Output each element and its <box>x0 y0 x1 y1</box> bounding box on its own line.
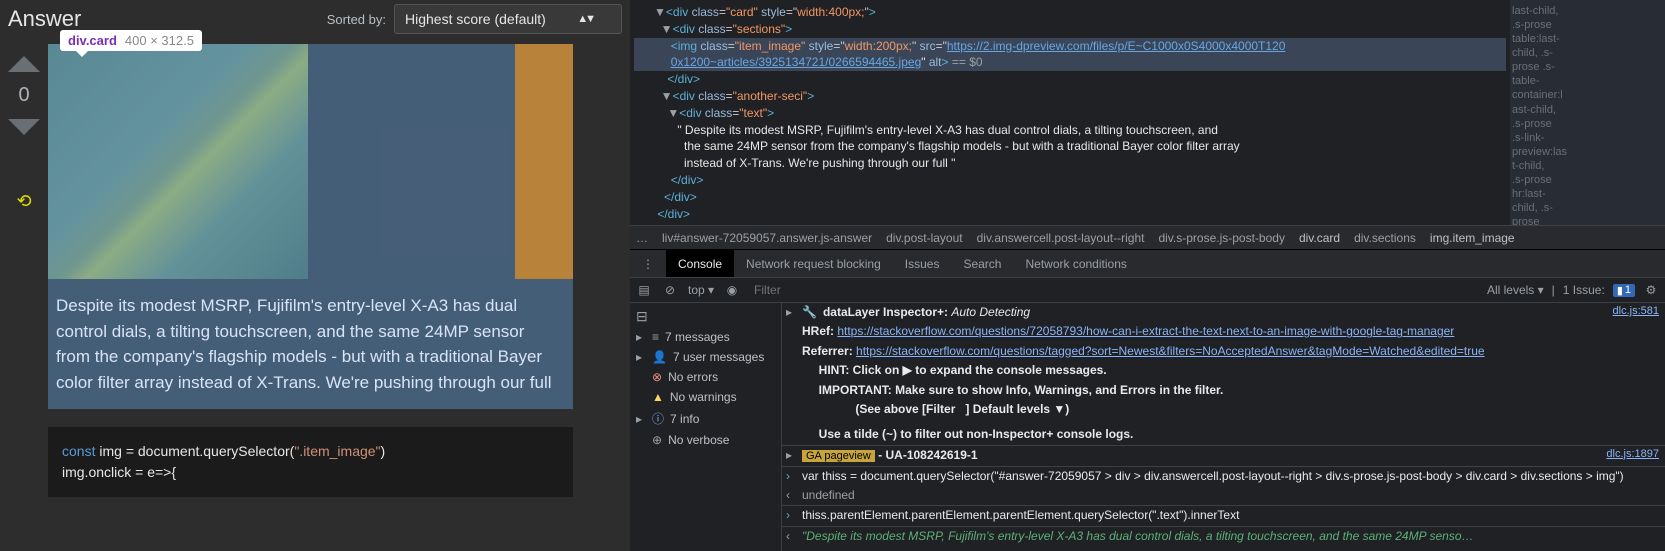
issues-badge[interactable]: ▮ 1 <box>1613 284 1635 297</box>
settings-icon[interactable]: ⚙ <box>1643 283 1659 297</box>
tab-network-request-blocking[interactable]: Network request blocking <box>734 250 893 277</box>
console-area: ⊟ ▸≡7 messages ▸👤7 user messages ⊗No err… <box>630 303 1665 551</box>
breadcrumb-item[interactable]: div.sections <box>1354 231 1416 245</box>
answer-content: Despite its modest MSRP, Fujifilm's entr… <box>48 38 622 543</box>
sidebar-info[interactable]: ▸ⓘ7 info <box>630 407 781 430</box>
downvote-button[interactable] <box>8 119 40 135</box>
answer-heading: Answer <box>8 6 327 32</box>
code-block[interactable]: const img = document.querySelector(".ite… <box>48 427 573 497</box>
answer-body: 0 ⟲ Despite its modest MSRP, Fujifilm's … <box>0 38 630 551</box>
highlight-strip <box>515 44 573 279</box>
console-result: ‹"Despite its modest MSRP, Fujifilm's en… <box>782 527 1665 546</box>
tab-issues[interactable]: Issues <box>893 250 952 277</box>
referrer-link[interactable]: https://stackoverflow.com/questions/tagg… <box>856 344 1485 358</box>
item-image[interactable] <box>48 44 308 279</box>
href-link[interactable]: https://stackoverflow.com/questions/7205… <box>837 324 1454 338</box>
sidebar-errors[interactable]: ⊗No errors <box>630 367 781 387</box>
dom-line-selected[interactable]: 0x1200~articles/3925134721/0266594465.jp… <box>634 54 1506 71</box>
breadcrumb-item[interactable]: div.card <box>1299 231 1340 245</box>
source-link[interactable]: dlc.js:1897 <box>1606 447 1659 465</box>
sidebar-warnings[interactable]: ▲No warnings <box>630 387 781 407</box>
tooltip-dimensions: 400 × 312.5 <box>125 33 194 48</box>
breadcrumb-item[interactable]: … <box>636 231 648 245</box>
breadcrumb-item[interactable]: div.s-prose.js-post-body <box>1158 231 1285 245</box>
dom-line[interactable]: ▼<div class="text"> <box>634 105 1506 122</box>
upvote-button[interactable] <box>8 56 40 72</box>
card-text: Despite its modest MSRP, Fujifilm's entr… <box>48 279 573 409</box>
console-toolbar: ▤ ⊘ top ▾ ◉ All levels ▾ | 1 Issue: ▮ 1 … <box>630 277 1665 303</box>
ga-badge: GA pageview <box>802 450 875 462</box>
breadcrumb-item-selected[interactable]: img.item_image <box>1430 231 1515 245</box>
breadcrumb-bar[interactable]: … liv#answer-72059057.answer.js-answer d… <box>630 225 1665 249</box>
dom-text[interactable]: instead of X-Trans. We're pushing throug… <box>634 155 1506 172</box>
dom-line-selected[interactable]: <img class="item_image" style="width:200… <box>634 38 1506 55</box>
sort-dropdown[interactable]: Highest score (default) ▲▼ <box>394 4 622 34</box>
sort-dropdown-value: Highest score (default) <box>405 11 546 27</box>
code-line-1: const img = document.querySelector(".ite… <box>62 441 559 462</box>
dom-line[interactable]: ▼<div class="another-seci"> <box>634 88 1506 105</box>
console-output[interactable]: ▸🔧 dataLayer Inspector+: Auto Detecting … <box>782 303 1665 551</box>
tab-network-conditions[interactable]: Network conditions <box>1013 250 1138 277</box>
console-log: HINT: Click on ▶ to expand the console m… <box>782 361 1665 380</box>
console-toolbar-right: All levels ▾ | 1 Issue: ▮ 1 ⚙ <box>1487 283 1659 297</box>
dom-line[interactable]: </div> <box>634 206 1506 223</box>
log-levels-dropdown[interactable]: All levels ▾ <box>1487 283 1544 297</box>
breadcrumb-item[interactable]: div.answercell.post-layout--right <box>977 231 1145 245</box>
console-log: (See above [Filter ] Default levels ▼) <box>782 400 1665 419</box>
gear-icon: 🔧 <box>802 304 817 321</box>
dom-line[interactable]: ▼<div class="sections"> <box>634 21 1506 38</box>
sorted-by-label: Sorted by: <box>327 12 386 27</box>
console-input[interactable]: ›thiss.parentElement.parentElement.paren… <box>782 506 1665 526</box>
drawer-tabs: ⋮ Console Network request blocking Issue… <box>630 249 1665 277</box>
console-log[interactable]: ▸🔧 dataLayer Inspector+: Auto Detecting … <box>782 303 1665 322</box>
devtools-top: ▼<div class="card" style="width:400px;">… <box>630 0 1665 225</box>
dom-line[interactable]: </div> <box>634 189 1506 206</box>
styles-minimap[interactable]: last-child, .s-prose table:last- child, … <box>1510 0 1665 225</box>
console-result: ‹undefined <box>782 486 1665 506</box>
source-link[interactable]: dlc.js:581 <box>1613 304 1659 321</box>
live-expression-icon[interactable]: ◉ <box>724 283 740 297</box>
dom-line[interactable]: </div> <box>634 172 1506 189</box>
console-log: HRef: https://stackoverflow.com/question… <box>782 322 1665 341</box>
history-icon[interactable]: ⟲ <box>16 191 31 212</box>
dom-line[interactable]: </div> <box>634 71 1506 88</box>
tab-console[interactable]: Console <box>666 250 734 277</box>
devtools-pane: ▼<div class="card" style="width:400px;">… <box>630 0 1665 551</box>
vote-score: 0 <box>18 84 29 107</box>
sidebar-verbose[interactable]: ⊕No verbose <box>630 430 781 450</box>
clear-console-icon[interactable]: ⊘ <box>662 283 678 297</box>
console-log: Referrer: https://stackoverflow.com/ques… <box>782 342 1665 361</box>
drawer-toggle[interactable]: ⋮ <box>630 250 666 277</box>
tab-search[interactable]: Search <box>951 250 1013 277</box>
tooltip-selector: div.card <box>68 33 117 48</box>
console-log: IMPORTANT: Make sure to show Info, Warni… <box>782 381 1665 400</box>
dom-text[interactable]: the same 24MP sensor from the company's … <box>634 138 1506 155</box>
context-selector[interactable]: top ▾ <box>688 283 714 297</box>
console-log: Use a tilde (~) to filter out non-Inspec… <box>782 425 1665 445</box>
dom-line[interactable]: ▼<div class="card" style="width:400px;"> <box>634 4 1506 21</box>
console-input[interactable]: ›var thiss = document.querySelector("#an… <box>782 467 1665 486</box>
issues-label: 1 Issue: <box>1563 283 1605 297</box>
card[interactable]: Despite its modest MSRP, Fujifilm's entr… <box>48 44 573 409</box>
sidebar-messages[interactable]: ▸≡7 messages <box>630 327 781 347</box>
dom-text[interactable]: " Despite its modest MSRP, Fujifilm's en… <box>634 122 1506 139</box>
console-log[interactable]: ▸GA pageview - UA-108242619-1dlc.js:1897 <box>782 446 1665 467</box>
breadcrumb-item[interactable]: liv#answer-72059057.answer.js-answer <box>662 231 872 245</box>
vote-column: 0 ⟲ <box>0 38 48 543</box>
console-sidebar[interactable]: ⊟ ▸≡7 messages ▸👤7 user messages ⊗No err… <box>630 303 782 551</box>
breadcrumb-item[interactable]: div.post-layout <box>886 231 962 245</box>
inspector-tooltip: div.card 400 × 312.5 <box>60 30 202 51</box>
code-line-2: img.onclick = e=>{ <box>62 462 559 483</box>
sidebar-toggle-icon[interactable]: ▤ <box>636 283 652 297</box>
webpage-pane: Answer Sorted by: Highest score (default… <box>0 0 630 551</box>
close-sidebar-icon[interactable]: ⊟ <box>636 308 781 325</box>
elements-panel[interactable]: ▼<div class="card" style="width:400px;">… <box>630 0 1510 225</box>
chevron-updown-icon: ▲▼ <box>577 13 593 25</box>
console-filter-input[interactable] <box>750 281 1477 299</box>
sidebar-user-messages[interactable]: ▸👤7 user messages <box>630 347 781 367</box>
